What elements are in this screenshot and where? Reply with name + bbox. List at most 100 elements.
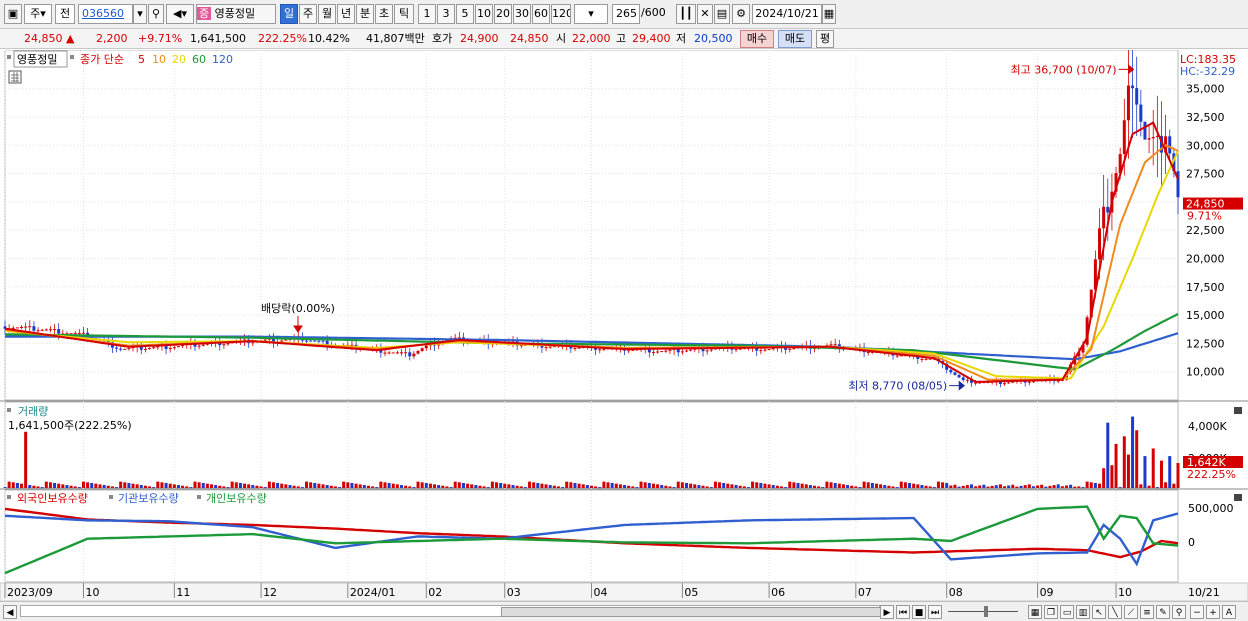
market-select[interactable]: 주▾	[24, 4, 52, 24]
zoom-icon[interactable]: ⚲	[1172, 605, 1186, 619]
tick-btn-10[interactable]: 10	[475, 4, 493, 24]
indicator-icon[interactable]: ▥	[1076, 605, 1090, 619]
price-candle	[226, 343, 230, 345]
font-size-icon[interactable]: A	[1222, 605, 1236, 619]
volume-bar	[680, 482, 684, 488]
volume-bar	[639, 481, 643, 488]
price-candle	[1122, 120, 1126, 155]
count-input[interactable]: 265	[612, 4, 640, 24]
scroll-thumb[interactable]	[501, 607, 881, 617]
price-candle	[1135, 88, 1139, 105]
price-candle	[1151, 137, 1155, 139]
gear-icon[interactable]: ⚙	[732, 4, 750, 24]
pane-icon[interactable]: ▭	[1060, 605, 1074, 619]
volume-bar	[238, 482, 242, 488]
trend-icon[interactable]: ⟋	[1124, 605, 1138, 619]
sell-button[interactable]: 매도	[778, 30, 812, 48]
save-icon[interactable]: ▤	[714, 4, 730, 24]
legend-marker	[7, 408, 11, 412]
volume-bar	[1048, 485, 1052, 488]
stop-icon[interactable]: ■	[912, 605, 926, 619]
fib-icon[interactable]: ≡	[1140, 605, 1154, 619]
zoom-slider-track[interactable]	[948, 611, 1018, 612]
eval-button[interactable]: 평	[816, 30, 834, 48]
period-tab-week[interactable]: 주	[299, 4, 317, 24]
prev-button[interactable]: 전	[55, 4, 75, 24]
tick-btn-30[interactable]: 30	[513, 4, 531, 24]
volume-bar	[850, 485, 854, 488]
holdings-tick-0: 0	[1188, 536, 1195, 549]
speaker-icon[interactable]: ◀▾	[166, 4, 194, 24]
line-icon[interactable]: ╲	[1108, 605, 1122, 619]
period-tab-day[interactable]: 일	[280, 4, 298, 24]
close-pane-icon[interactable]	[1234, 407, 1242, 414]
volume-bar	[449, 487, 453, 489]
volume-bar	[627, 485, 631, 488]
zoom-slider-thumb[interactable]	[984, 606, 988, 617]
calendar-icon[interactable]: ▦	[822, 4, 836, 24]
volume-bar	[821, 487, 825, 489]
tick-btn-120[interactable]: 120	[551, 4, 571, 24]
volume-bar	[354, 483, 358, 488]
legend-stock-name: 영풍정밀	[17, 53, 57, 66]
search-icon[interactable]: ⚲	[148, 4, 164, 24]
price-candle	[152, 347, 156, 349]
close-pane-icon[interactable]	[1234, 494, 1242, 501]
volume-bar	[247, 484, 251, 488]
zoom-out-icon[interactable]: −	[1190, 605, 1204, 619]
volume-bar	[623, 485, 627, 488]
price-tick-label: 30,000	[1186, 139, 1225, 152]
buy-button[interactable]: 매수	[740, 30, 774, 48]
stock-name-box[interactable]: 증 영풍정밀	[196, 4, 276, 24]
price-candle	[317, 340, 321, 342]
tick-btn-60[interactable]: 60	[532, 4, 550, 24]
stock-code-input[interactable]: 036560	[78, 4, 133, 24]
volume-bar	[160, 482, 164, 488]
volume-bar	[792, 482, 796, 488]
period-tab-month[interactable]: 월	[318, 4, 336, 24]
custom-tick-select[interactable]: ▾	[574, 4, 608, 24]
tick-btn-3[interactable]: 3	[437, 4, 455, 24]
zoom-in-icon[interactable]: +	[1206, 605, 1220, 619]
period-tab-second[interactable]: 초	[375, 4, 393, 24]
chevron-down-icon[interactable]: ▾	[133, 4, 147, 24]
volume-bar	[763, 483, 767, 488]
volume-bar	[1102, 468, 1106, 488]
fast-forward-icon[interactable]: ⏭	[928, 605, 942, 619]
volume-bar	[577, 483, 581, 488]
volume-bar	[482, 486, 486, 488]
crosshair-icon[interactable]: ✕	[697, 4, 713, 24]
volume-bar	[660, 485, 664, 488]
layout-icon[interactable]: ▣	[4, 4, 22, 24]
high-label: 고	[616, 32, 627, 45]
date-input[interactable]: 2024/10/21	[752, 4, 822, 24]
edit-icon[interactable]: ✎	[1156, 605, 1170, 619]
period-tab-tick[interactable]: 틱	[394, 4, 414, 24]
volume-bar	[350, 482, 354, 488]
period-tab-year[interactable]: 년	[337, 4, 355, 24]
price-candle	[284, 339, 288, 341]
stock-chart[interactable]: 10,00012,50015,00017,50020,00022,50025,0…	[0, 50, 1248, 601]
price-candle	[573, 348, 577, 350]
price-candle	[148, 348, 152, 350]
horizontal-scrollbar[interactable]	[20, 605, 881, 617]
legend-institution: 기관보유수량	[118, 492, 179, 505]
scroll-right-button[interactable]: ▶	[880, 605, 894, 619]
volume-bar	[1172, 483, 1176, 488]
table-view-icon[interactable]: ▦	[1028, 605, 1042, 619]
price-candle	[1027, 381, 1031, 383]
tick-btn-1[interactable]: 1	[418, 4, 436, 24]
price-candle	[548, 346, 552, 348]
price-candle	[759, 350, 763, 352]
rewind-icon[interactable]: ⏮	[896, 605, 910, 619]
x-axis-label: 06	[771, 586, 785, 599]
period-tab-minute[interactable]: 분	[356, 4, 374, 24]
candle-icon[interactable]: ┃┃	[676, 4, 696, 24]
tick-btn-5[interactable]: 5	[456, 4, 474, 24]
volume-bar	[317, 483, 321, 488]
draw-icon[interactable]: ↖	[1092, 605, 1106, 619]
scroll-left-button[interactable]: ◀	[3, 605, 17, 619]
window-icon[interactable]: ❐	[1044, 605, 1058, 619]
tick-btn-20[interactable]: 20	[494, 4, 512, 24]
price-candle	[709, 349, 713, 351]
